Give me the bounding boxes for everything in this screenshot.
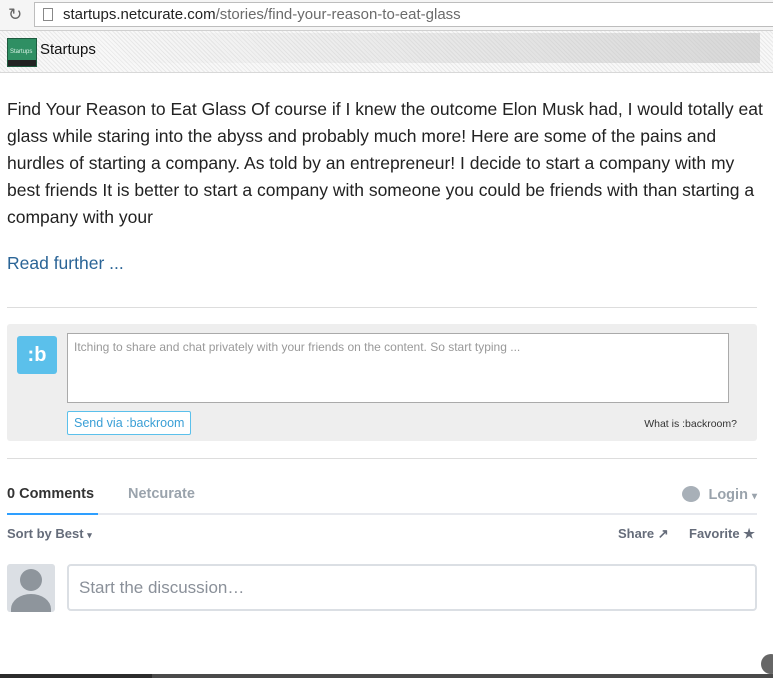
bottom-bar-segment [0,674,152,678]
divider [7,458,757,459]
backroom-logo-icon: :b [17,336,57,374]
chevron-down-icon: ▾ [87,530,92,540]
address-bar[interactable]: startups.netcurate.com/stories/find-your… [34,2,773,27]
avatar [7,564,55,612]
read-further-link[interactable]: Read further ... [7,253,124,274]
logo-bar [8,60,36,66]
login-menu[interactable]: Login ▾ [682,486,757,503]
discussion-input[interactable]: Start the discussion… [67,564,757,611]
reload-icon[interactable]: ↻ [8,6,26,24]
chevron-down-icon: ▾ [751,491,757,502]
url-path: /stories/find-your-reason-to-eat-glass [215,6,461,23]
comments-nav-underline [7,513,757,515]
floating-badge-icon[interactable] [761,654,773,674]
site-brand[interactable]: Startups [40,41,96,58]
tab-comments-count[interactable]: 0 Comments [7,486,94,502]
site-header: Startups Startups [0,31,773,73]
share-button[interactable]: Share ↗ [618,526,669,542]
send-via-backroom-button[interactable]: Send via :backroom [67,411,192,435]
sort-label: Sort by Best [7,526,84,541]
share-label: Share [618,526,655,541]
divider [7,307,757,308]
active-tab-indicator [7,513,98,515]
url-text[interactable]: startups.netcurate.com/stories/find-your… [63,6,461,23]
avatar-body [11,594,51,612]
tab-netcurate[interactable]: Netcurate [128,486,195,502]
favorite-label: Favorite [689,526,740,541]
star-icon: ★ [743,526,755,541]
login-label: Login [708,487,748,503]
backroom-panel: :b Send via :backroom What is :backroom? [7,324,757,441]
avatar-head [20,569,42,591]
favorite-button[interactable]: Favorite ★ [689,526,755,542]
site-logo[interactable]: Startups [7,38,37,67]
header-shade [100,33,760,63]
browser-toolbar: ↻ startups.netcurate.com/stories/find-yo… [0,0,773,31]
what-is-backroom-link[interactable]: What is :backroom? [644,418,737,430]
sort-dropdown[interactable]: Sort by Best ▾ [7,526,92,541]
share-icon: ↗ [657,526,669,541]
logo-text: Startups [10,49,33,55]
article-excerpt: Find Your Reason to Eat Glass Of course … [7,99,763,227]
url-domain: startups.netcurate.com [63,6,216,23]
chat-bubble-icon [682,486,701,502]
backroom-message-input[interactable] [67,333,729,403]
page-icon [43,8,53,21]
